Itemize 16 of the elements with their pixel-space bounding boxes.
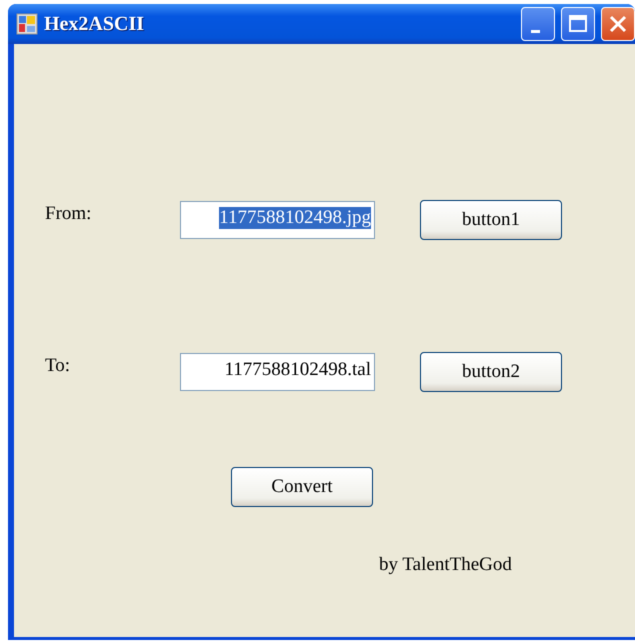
field-label: From:: [44, 202, 92, 225]
path-field[interactable]: 1177588102498.jpg: [180, 201, 375, 239]
path-field[interactable]: 1177588102498.tal: [180, 353, 375, 391]
convert-button[interactable]: Convert: [231, 467, 373, 507]
browse-button[interactable]: button1: [420, 200, 562, 240]
app-icon: [16, 13, 38, 35]
maximize-icon: [568, 14, 588, 34]
minimize-button[interactable]: [521, 7, 555, 41]
minimize-icon: [530, 30, 540, 32]
close-button[interactable]: [601, 7, 635, 41]
maximize-button[interactable]: [561, 7, 595, 41]
close-icon: [608, 14, 628, 34]
browse-button[interactable]: button2: [420, 352, 562, 392]
window-title: Hex2ASCII: [44, 12, 146, 36]
credit-text: by TalentTheGod: [379, 554, 513, 576]
field-label: To:: [44, 354, 72, 377]
